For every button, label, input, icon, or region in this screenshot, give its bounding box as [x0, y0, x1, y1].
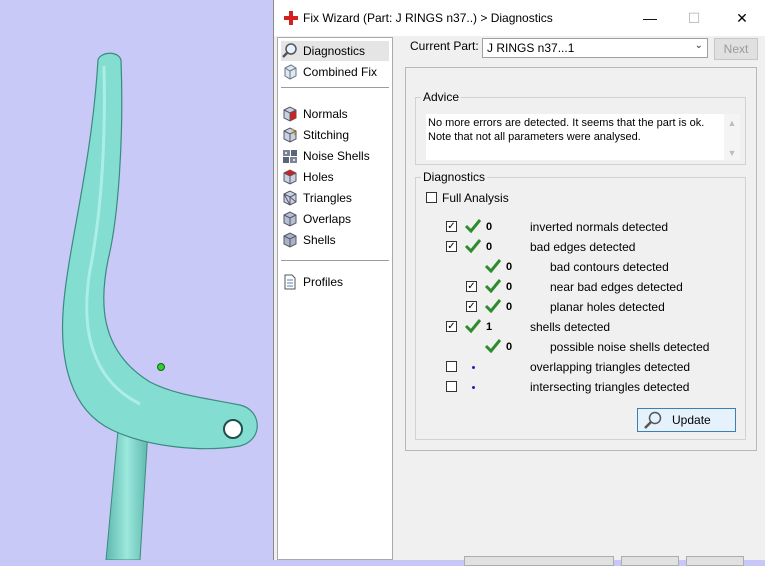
- nav-item-profiles[interactable]: Profiles: [281, 272, 389, 292]
- near-bad-edges-count: 0: [506, 281, 513, 293]
- overlapping-triangles-label: overlapping triangles detected: [530, 360, 691, 374]
- inverted-normals-label: inverted normals detected: [530, 220, 669, 234]
- bottom-button[interactable]: [686, 556, 744, 566]
- near-bad-edges-checkbox[interactable]: ✓: [466, 281, 477, 292]
- nav-divider: [281, 260, 389, 261]
- bottom-button[interactable]: [621, 556, 679, 566]
- inverted-normals-checkbox[interactable]: ✓: [446, 221, 457, 232]
- inverted-normals-count: 0: [486, 221, 493, 233]
- overlapping-triangles-checkbox[interactable]: [446, 361, 457, 372]
- nav-item-stitching[interactable]: Stitching: [281, 125, 389, 145]
- not-run-dot-icon: [472, 386, 475, 389]
- minimize-button[interactable]: —: [630, 6, 670, 30]
- advice-line-2: Note that not all parameters were analys…: [428, 131, 641, 143]
- magnifier-icon: [282, 43, 297, 58]
- nav-label: Combined Fix: [303, 65, 378, 79]
- update-button[interactable]: Update: [637, 408, 736, 432]
- bad-edges-checkbox[interactable]: ✓: [446, 241, 457, 252]
- nav-item-holes[interactable]: Holes: [281, 167, 389, 187]
- green-check-icon: [484, 259, 502, 274]
- cube-icon: [284, 64, 297, 80]
- advice-line-1: No more errors are detected. It seems th…: [428, 117, 705, 129]
- green-check-icon: [484, 339, 502, 354]
- noise-shells-label: possible noise shells detected: [550, 340, 710, 354]
- chevron-down-icon: ⌄: [694, 40, 703, 51]
- holes-cube-icon: [283, 169, 297, 185]
- next-button[interactable]: Next: [714, 38, 758, 60]
- diagnostics-legend: Diagnostics: [423, 170, 486, 184]
- full-analysis-checkbox[interactable]: [426, 192, 437, 203]
- triangles-cube-icon: [283, 190, 297, 206]
- green-check-icon: [464, 319, 482, 334]
- advice-text-box[interactable]: No more errors are detected. It seems th…: [426, 114, 740, 160]
- near-bad-edges-label: near bad edges detected: [550, 280, 683, 294]
- not-run-dot-icon: [472, 366, 475, 369]
- advice-scrollbar[interactable]: ▲ ▼: [724, 114, 740, 160]
- scroll-down-icon[interactable]: ▼: [724, 146, 740, 160]
- window-title: Fix Wizard (Part: J RINGS n37..) > Diagn…: [303, 11, 553, 25]
- magnifier-icon: [644, 411, 662, 429]
- wizard-nav: Diagnostics Combined Fix Normals Stitchi…: [277, 37, 393, 560]
- nav-label: Stitching: [303, 128, 350, 142]
- nav-divider: [281, 87, 389, 88]
- nav-label: Noise Shells: [303, 149, 370, 163]
- shells-checkbox[interactable]: ✓: [446, 321, 457, 332]
- nav-item-noise-shells[interactable]: Noise Shells: [281, 146, 389, 166]
- nav-label: Overlaps: [303, 212, 352, 226]
- nav-item-triangles[interactable]: Triangles: [281, 188, 389, 208]
- noise-shells-icon: [283, 150, 297, 163]
- nav-label: Triangles: [303, 191, 352, 205]
- nav-item-diagnostics[interactable]: Diagnostics: [281, 41, 389, 61]
- green-check-icon: [464, 239, 482, 254]
- nav-item-shells[interactable]: Shells: [281, 230, 389, 250]
- stitching-cube-icon: [283, 127, 297, 143]
- nav-label: Holes: [303, 170, 334, 184]
- bad-contours-count: 0: [506, 261, 513, 273]
- nav-item-combined-fix[interactable]: Combined Fix: [281, 62, 389, 82]
- advice-group: Advice No more errors are detected. It s…: [415, 90, 746, 165]
- shells-label: shells detected: [530, 320, 611, 334]
- current-part-dropdown[interactable]: J RINGS n37...1 ⌄: [482, 38, 708, 58]
- noise-shells-count: 0: [506, 341, 513, 353]
- planar-holes-count: 0: [506, 301, 513, 313]
- nav-label: Diagnostics: [303, 44, 366, 58]
- shells-count: 1: [486, 321, 493, 333]
- bottom-button[interactable]: [464, 556, 614, 566]
- shells-cube-icon: [283, 232, 297, 248]
- title-bar[interactable]: Fix Wizard (Part: J RINGS n37..) > Diagn…: [274, 0, 765, 36]
- normals-cube-icon: [283, 106, 297, 122]
- intersecting-triangles-label: intersecting triangles detected: [530, 380, 690, 394]
- green-check-icon: [484, 279, 502, 294]
- intersecting-triangles-checkbox[interactable]: [446, 381, 457, 392]
- nav-item-overlaps[interactable]: Overlaps: [281, 209, 389, 229]
- nav-label: Shells: [303, 233, 336, 247]
- nav-label: Profiles: [303, 275, 344, 289]
- document-icon: [284, 274, 296, 290]
- close-button[interactable]: ✕: [722, 6, 762, 30]
- red-cross-icon: [284, 11, 298, 25]
- bad-edges-label: bad edges detected: [530, 240, 636, 254]
- full-analysis-label: Full Analysis: [442, 191, 509, 205]
- planar-holes-label: planar holes detected: [550, 300, 665, 314]
- current-part-value: J RINGS n37...1: [487, 41, 575, 55]
- update-label: Update: [672, 413, 711, 427]
- advice-legend: Advice: [423, 90, 460, 104]
- nav-item-normals[interactable]: Normals: [281, 104, 389, 124]
- nav-label: Normals: [303, 107, 348, 121]
- green-check-icon: [484, 299, 502, 314]
- maximize-button[interactable]: ☐: [674, 6, 714, 30]
- current-part-label: Current Part:: [410, 39, 479, 53]
- planar-holes-checkbox[interactable]: ✓: [466, 301, 477, 312]
- bad-edges-count: 0: [486, 241, 493, 253]
- part-model[interactable]: [0, 0, 273, 560]
- 3d-viewport[interactable]: [0, 0, 273, 560]
- green-check-icon: [464, 219, 482, 234]
- scroll-up-icon[interactable]: ▲: [724, 116, 740, 130]
- bad-contours-label: bad contours detected: [550, 260, 669, 274]
- overlaps-cube-icon: [283, 211, 297, 227]
